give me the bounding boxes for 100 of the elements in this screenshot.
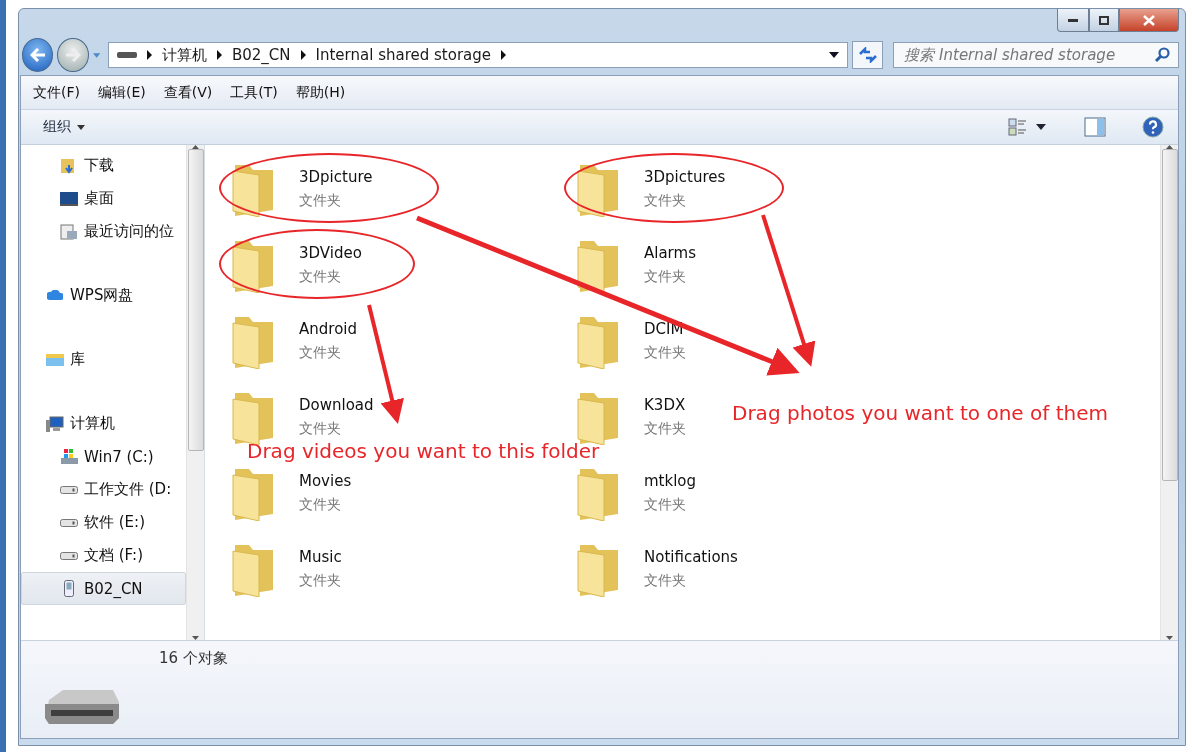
sidebar-label: 下载 xyxy=(84,156,114,175)
folder-item[interactable]: Notifications 文件夹 xyxy=(576,541,738,597)
forward-arrow-icon xyxy=(65,48,81,62)
folder-item[interactable]: Music 文件夹 xyxy=(231,541,342,597)
sidebar-label: 计算机 xyxy=(70,414,115,433)
system-drive-icon xyxy=(60,449,78,464)
back-arrow-icon xyxy=(29,48,46,62)
menu-item[interactable]: 工具(T) xyxy=(230,83,278,102)
phone-icon xyxy=(64,580,74,597)
sidebar-item[interactable]: 文档 (F:) xyxy=(21,539,186,572)
minimize-icon xyxy=(1068,18,1078,22)
folder-item[interactable]: Movies 文件夹 xyxy=(231,465,352,521)
menu-item[interactable]: 查看(V) xyxy=(163,83,213,102)
folder-type: 文件夹 xyxy=(644,192,687,210)
folder-name: Download xyxy=(299,396,374,414)
sidebar-scrollbar[interactable] xyxy=(186,145,204,640)
help-icon[interactable] xyxy=(1142,116,1164,138)
monitor-icon xyxy=(60,191,78,206)
folder-item[interactable]: 3Dpictures 文件夹 xyxy=(576,161,726,217)
folder-type: 文件夹 xyxy=(299,192,342,210)
refresh-icon xyxy=(857,47,878,63)
sidebar-label: 桌面 xyxy=(84,189,114,208)
sidebar-item[interactable]: 下载 xyxy=(21,149,186,182)
breadcrumb[interactable]: Internal shared storage xyxy=(315,46,491,64)
sidebar-item[interactable]: 库 xyxy=(21,343,186,376)
drive-icon xyxy=(60,518,78,527)
sidebar-item[interactable]: 计算机 xyxy=(21,407,186,440)
sidebar-label: Win7 (C:) xyxy=(84,447,154,466)
sidebar-item[interactable]: 软件 (E:) xyxy=(21,506,186,539)
chevron-icon xyxy=(147,50,152,60)
drive-icon xyxy=(117,51,137,59)
view-options-icon[interactable] xyxy=(1008,117,1028,137)
back-button[interactable] xyxy=(22,38,54,72)
cloud-icon xyxy=(47,290,63,301)
preview-pane-icon[interactable] xyxy=(1084,117,1106,137)
document-icon xyxy=(60,223,78,240)
breadcrumb[interactable]: 计算机 xyxy=(162,45,207,65)
sidebar-label: 软件 (E:) xyxy=(84,513,145,532)
sidebar-label: 库 xyxy=(70,350,85,369)
maximize-button[interactable] xyxy=(1089,9,1119,32)
folder-type: 文件夹 xyxy=(644,420,686,438)
drive-icon xyxy=(60,551,78,560)
sidebar-item[interactable]: WPS网盘 xyxy=(21,279,186,312)
sidebar-label: 最近访问的位 xyxy=(84,222,174,241)
folder-name: Notifications xyxy=(644,548,738,566)
folder-name: 3Dpicture xyxy=(299,168,373,186)
folder-type: 文件夹 xyxy=(299,572,342,590)
menu-item[interactable]: 帮助(H) xyxy=(295,83,346,102)
folder-type: 文件夹 xyxy=(644,268,687,286)
folder-name: Music xyxy=(299,548,342,566)
history-caret-icon xyxy=(92,52,100,58)
folder-item[interactable]: Alarms 文件夹 xyxy=(576,237,696,293)
folder-type: 文件夹 xyxy=(299,344,342,362)
folder-item[interactable]: Android 文件夹 xyxy=(231,313,357,369)
dropdown-caret-icon xyxy=(829,52,839,58)
caret-icon xyxy=(77,124,85,130)
minimize-button[interactable] xyxy=(1057,9,1089,32)
sidebar-label: WPS网盘 xyxy=(70,286,134,305)
content-scrollbar[interactable] xyxy=(1160,145,1178,640)
folder-type: 文件夹 xyxy=(299,268,342,286)
sidebar-label: 文档 (F:) xyxy=(84,546,143,565)
search-field[interactable]: 搜索 Internal shared storage xyxy=(893,42,1179,68)
sidebar-item[interactable]: 最近访问的位 xyxy=(21,215,186,248)
search-icon xyxy=(1154,47,1170,63)
sidebar-item[interactable]: 工作文件 (D: xyxy=(21,473,186,506)
sidebar-label: B02_CN xyxy=(84,579,143,598)
chevron-icon xyxy=(300,50,306,60)
folder-item[interactable]: mtklog 文件夹 xyxy=(576,465,697,521)
folder-item[interactable]: 3Dpicture 文件夹 xyxy=(231,161,373,217)
folder-name: 3DVideo xyxy=(299,244,362,262)
sidebar-item[interactable]: Win7 (C:) xyxy=(21,440,186,473)
folder-type: 文件夹 xyxy=(644,496,687,514)
folder-type: 文件夹 xyxy=(299,496,342,514)
annotation-text: Drag photos you want to one of them xyxy=(732,401,1108,425)
drive-icon xyxy=(60,485,78,494)
forward-button[interactable] xyxy=(57,38,89,72)
close-icon xyxy=(1143,14,1155,26)
refresh-button[interactable] xyxy=(852,41,884,69)
folder-name: Android xyxy=(299,320,357,338)
address-bar[interactable]: 计算机 B02_CN Internal shared storage xyxy=(108,42,848,68)
sidebar-item[interactable]: B02_CN xyxy=(21,572,186,605)
view-caret-icon xyxy=(1036,124,1046,130)
sidebar-item[interactable]: 桌面 xyxy=(21,182,186,215)
folder-type: 文件夹 xyxy=(299,420,342,438)
maximize-icon xyxy=(1099,15,1109,25)
library-icon xyxy=(46,353,64,366)
menu-item[interactable]: 文件(F) xyxy=(33,83,80,102)
close-button[interactable] xyxy=(1119,9,1179,32)
chevron-icon xyxy=(217,50,222,60)
menu-item[interactable]: 编辑(E) xyxy=(98,83,146,102)
organize-button[interactable]: 组织 xyxy=(43,118,85,136)
folder-name: mtklog xyxy=(644,472,697,490)
folder-name: Alarms xyxy=(644,244,696,262)
breadcrumb[interactable]: B02_CN xyxy=(232,46,291,64)
sidebar-label: 工作文件 (D: xyxy=(84,480,172,499)
folder-type: 文件夹 xyxy=(644,344,686,362)
folder-item[interactable]: 3DVideo 文件夹 xyxy=(231,237,362,293)
chevron-icon xyxy=(501,50,506,60)
item-count: 16 个对象 xyxy=(159,649,229,669)
folder-name: K3DX xyxy=(644,396,686,414)
